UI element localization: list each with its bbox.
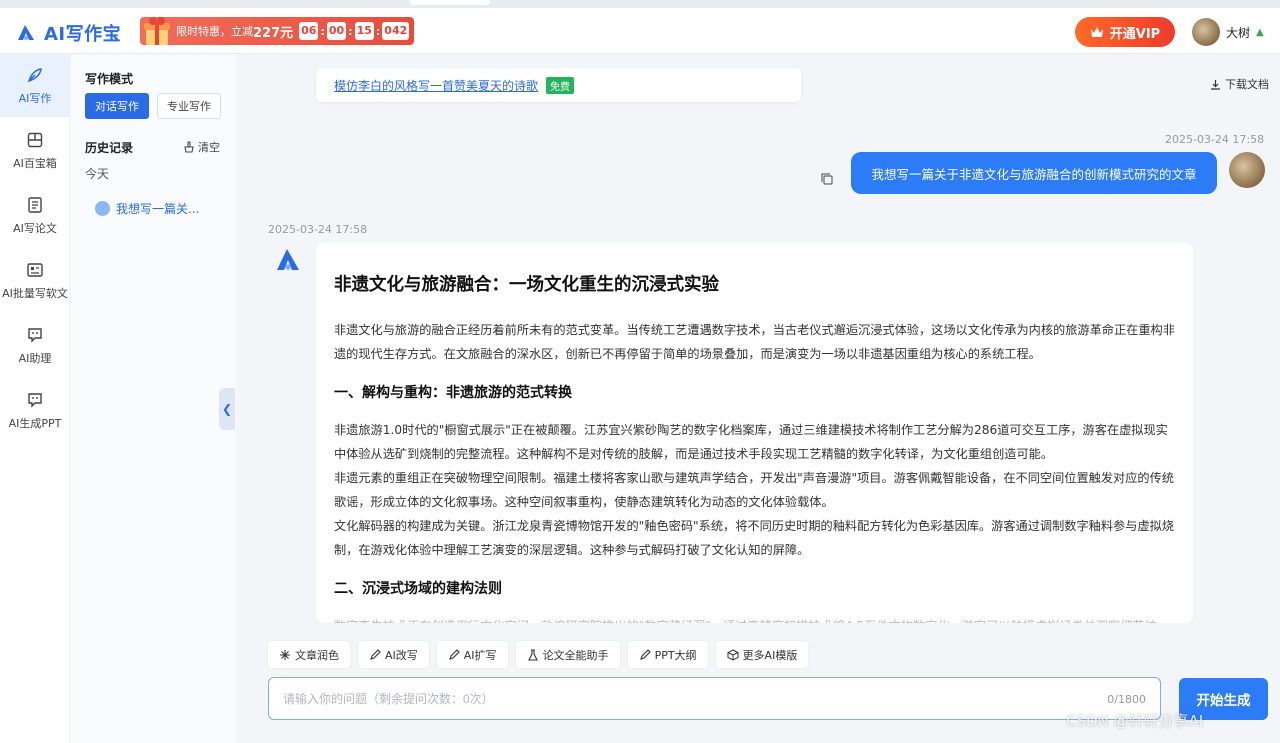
countdown-ms: 042 [382, 22, 410, 40]
copy-icon[interactable] [820, 172, 834, 186]
tab-pill [410, 0, 490, 5]
tool-label: AI扩写 [463, 648, 497, 662]
tool-more-templates[interactable]: 更多AI模版 [715, 641, 809, 668]
article-intro: 非遗文化与旅游的融合正经历着前所未有的范式变革。当传统工艺遭遇数字技术，当古老仪… [334, 323, 1175, 361]
nav-item-ppt[interactable]: AI生成PPT [0, 380, 70, 442]
vip-label: 开通VIP [1109, 26, 1161, 42]
countdown-hours: 06 [299, 22, 319, 40]
article-paragraph-3: 文化解码器的构建成为关键。浙江龙泉青瓷博物馆开发的"釉色密码"系统，将不同历史时… [334, 519, 1174, 557]
ppt-icon [28, 393, 42, 408]
toolbox-icon [27, 132, 43, 148]
history-item-label: 我想写一篇关... [116, 202, 200, 216]
logo-icon [18, 25, 34, 40]
tool-label: PPT大纲 [654, 648, 697, 662]
promo-price: 227元 [253, 25, 294, 41]
suggestion-link[interactable]: 模仿李白的风格写一首赞美夏天的诗歌 [334, 77, 538, 94]
tool-label: 更多AI模版 [742, 648, 798, 662]
article-heading-1: 一、解构与重构：非遗旅游的范式转换 [334, 385, 572, 401]
pen-icon [639, 648, 651, 660]
article-paragraph-4: 数字孪生技术正在创造平行文化空间。敦煌研究院推出的"数字藏经洞"，通过高精度扫描… [334, 614, 1175, 623]
broom-icon [184, 141, 194, 153]
tool-label: AI改写 [385, 648, 418, 662]
side-nav: AI写作 AI百宝箱 AI写论文 AI批量写软文 AI助理 AI生成PPT [0, 55, 70, 743]
article-paragraph-1: 非遗旅游1.0时代的"橱窗式展示"正在被颠覆。江苏宜兴紫砂陶艺的数字化档案库，通… [334, 423, 1168, 461]
clear-label: 清空 [198, 141, 220, 154]
download-label: 下载文档 [1225, 78, 1269, 91]
pen-icon [448, 648, 460, 660]
suggestion-card: 模仿李白的风格写一首赞美夏天的诗歌 免费 [316, 68, 801, 102]
nav-label: AI写论文 [13, 222, 57, 235]
user-name: 大树 [1226, 25, 1251, 40]
chat-bubble-icon [28, 328, 42, 343]
nav-item-toolbox[interactable]: AI百宝箱 [0, 120, 70, 182]
countdown-minutes: 00 [326, 22, 347, 40]
nav-item-batch[interactable]: AI批量写软文 [0, 250, 70, 312]
article-heading-2: 二、沉浸式场域的建构法则 [334, 581, 502, 597]
history-panel: 写作模式 对话写作 专业写作 历史记录 清空 今天 我想写一篇关... [71, 55, 236, 743]
clear-history-button[interactable]: 清空 [183, 139, 220, 155]
tool-bar: 文章润色 AI改写 AI扩写 论文全能助手 PPT大纲 更多AI模版 [268, 641, 809, 668]
user-avatar [1229, 152, 1265, 188]
tool-label: 论文全能助手 [542, 648, 609, 662]
tool-rewrite[interactable]: AI改写 [358, 641, 429, 668]
free-badge: 免费 [546, 76, 575, 94]
tool-expand[interactable]: AI扩写 [436, 641, 508, 668]
download-doc-button[interactable]: 下载文档 [1210, 76, 1269, 92]
avatar [1192, 18, 1220, 46]
download-icon [1211, 79, 1220, 90]
question-input-box: 0/1800 [268, 677, 1161, 720]
nav-label: AI百宝箱 [13, 157, 57, 170]
nav-label: AI助理 [18, 352, 52, 365]
history-item[interactable]: 我想写一篇关... [95, 200, 199, 217]
history-group-today: 今天 [85, 167, 110, 181]
user-message-bubble: 我想写一篇关于非遗文化与旅游融合的创新模式研究的文章 [851, 152, 1217, 194]
quill-icon [27, 68, 42, 83]
nav-item-assistant[interactable]: AI助理 [0, 315, 70, 377]
chevron-left-icon: ❮ [221, 402, 233, 416]
document-icon [28, 197, 42, 213]
article-title: 非遗文化与旅游融合：一场文化重生的沉浸式实验 [334, 275, 719, 295]
bot-logo-icon [277, 249, 299, 270]
nav-item-ai-write[interactable]: AI写作 [0, 55, 70, 117]
history-title: 历史记录 [85, 141, 134, 155]
tool-ppt-outline[interactable]: PPT大纲 [627, 641, 708, 668]
tool-paper-assistant[interactable]: 论文全能助手 [515, 641, 620, 668]
cube-icon [727, 648, 739, 661]
tool-label: 文章润色 [295, 648, 339, 662]
question-input[interactable] [283, 689, 1063, 709]
app-logo[interactable]: AI写作宝 [16, 20, 121, 46]
user-menu[interactable]: 大树 ▲ [1192, 18, 1264, 46]
bot-message-time: 2025-03-24 17:58 [268, 223, 368, 236]
vip-button[interactable]: 开通VIP [1075, 17, 1175, 47]
flask-icon [527, 648, 538, 661]
top-header: AI写作宝 限时特惠，立减 227元 06: 00: 15: 042 开通VIP… [0, 8, 1280, 54]
browser-strip [0, 0, 1280, 8]
nav-label: AI批量写软文 [2, 287, 68, 300]
promo-banner[interactable]: 限时特惠，立减 227元 06: 00: 15: 042 [140, 17, 414, 45]
chat-icon [95, 201, 110, 216]
collapse-panel-button[interactable]: ❮ [219, 388, 235, 430]
mode-title: 写作模式 [85, 72, 134, 86]
char-counter: 0/1800 [1107, 693, 1146, 706]
crown-icon [1090, 27, 1103, 37]
gift-icon [144, 17, 170, 45]
mode-pro-button[interactable]: 专业写作 [157, 93, 221, 119]
logo-text: AI写作宝 [44, 24, 122, 45]
nav-label: AI生成PPT [8, 417, 62, 430]
countdown-seconds: 15 [354, 22, 374, 40]
nav-label: AI写作 [18, 92, 52, 105]
article-paragraph-2: 非遗元素的重组正在突破物理空间限制。福建土楼将客家山歌与建筑声学结合，开发出"声… [334, 471, 1174, 509]
pen-icon [370, 648, 381, 660]
leaf-icon: ▲ [1256, 26, 1264, 38]
user-message-time: 2025-03-24 17:58 [1165, 133, 1265, 146]
sparkle-icon [280, 649, 290, 660]
batch-icon [27, 263, 43, 277]
promo-label: 限时特惠，立减 [176, 25, 253, 38]
article-card: 非遗文化与旅游融合：一场文化重生的沉浸式实验 非遗文化与旅游的融合正经历着前所未… [316, 243, 1193, 623]
watermark: CSDN @轩轩分享AI [1066, 712, 1204, 730]
tool-polish[interactable]: 文章润色 [268, 641, 350, 668]
mode-chat-button[interactable]: 对话写作 [85, 93, 149, 119]
nav-item-paper[interactable]: AI写论文 [0, 185, 70, 247]
